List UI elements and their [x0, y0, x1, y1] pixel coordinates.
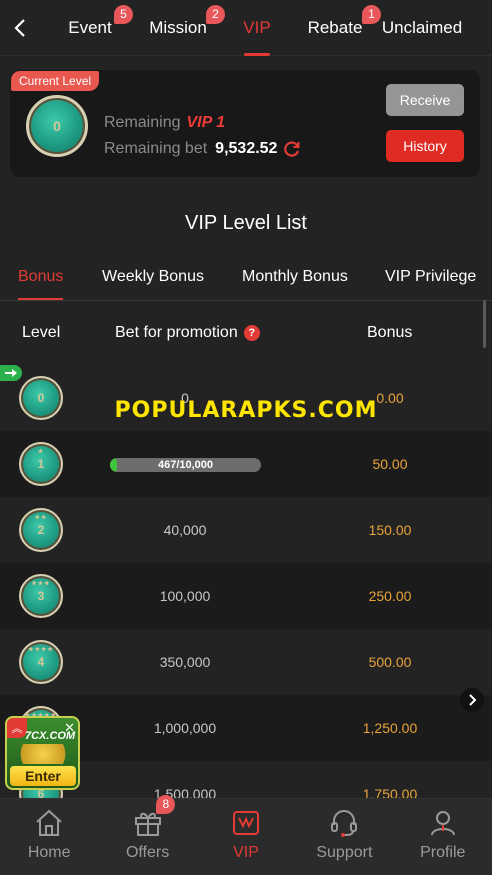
bet-progress-bar: 467/10,000 — [110, 458, 261, 472]
header-bet: Bet for promotion ? — [115, 324, 260, 342]
subtab-vip-privilege[interactable]: VIP Privilege — [385, 258, 476, 300]
remaining-bet-line: Remaining bet 9,532.52 — [104, 140, 301, 158]
back-button[interactable] — [0, 0, 40, 56]
level-badge-icon: ★ 1 — [19, 442, 63, 486]
chevron-right-icon — [469, 694, 477, 706]
history-button[interactable]: History — [386, 130, 464, 162]
chevron-up-icon[interactable]: ︽ — [7, 718, 27, 738]
header-bonus: Bonus — [367, 324, 413, 341]
tab-event-badge: 5 — [114, 4, 133, 24]
vip-page: Event 5 Mission 2 VIP Rebate 1 Unclaimed… — [0, 0, 492, 875]
level-number: 2 — [37, 523, 45, 537]
user-icon — [430, 811, 455, 836]
tab-mission[interactable]: Mission 2 — [140, 0, 225, 56]
nav-vip[interactable]: VIP — [197, 799, 295, 875]
bonus-value: 50.00 — [372, 456, 408, 472]
tab-rebate[interactable]: Rebate 1 — [298, 0, 381, 56]
refresh-icon[interactable] — [283, 140, 301, 158]
remaining-label: Remaining — [104, 114, 181, 131]
tab-vip-label: VIP — [243, 17, 271, 37]
level-badge-icon: ★★ 2 — [19, 508, 63, 552]
nav-home-label: Home — [27, 844, 71, 861]
level-badge-icon: ★★★★ 4 — [19, 640, 63, 684]
tab-vip[interactable]: VIP — [216, 0, 298, 56]
subtab-monthly-bonus[interactable]: Monthly Bonus — [242, 258, 348, 300]
bonus-value: 500.00 — [368, 654, 412, 670]
tab-unclaimed[interactable]: Unclaimed — [372, 0, 472, 56]
nav-home[interactable]: Home — [0, 799, 98, 875]
tab-mission-label: Mission — [149, 17, 207, 37]
table-row: ★ 1 467/10,000 50.00 — [0, 431, 492, 497]
help-icon[interactable]: ? — [243, 325, 260, 341]
header-bet-label: Bet for promotion — [115, 324, 238, 341]
bonus-value: 1,250.00 — [362, 720, 418, 736]
headset-icon — [331, 810, 358, 837]
current-level-tag: Current Level — [11, 71, 100, 91]
current-level-badge-icon: 0 — [26, 95, 88, 157]
tab-event[interactable]: Event 5 — [40, 0, 140, 56]
bonus-value: 250.00 — [368, 588, 412, 604]
subtab-bonus[interactable]: Bonus — [18, 258, 64, 300]
level-stars: ★ — [37, 449, 45, 455]
nav-offers-badge: 8 — [156, 795, 176, 814]
next-vip-level: VIP 1 — [186, 114, 226, 131]
header-level: Level — [22, 324, 61, 341]
coins-icon — [13, 744, 73, 764]
bet-value: 40,000 — [163, 522, 207, 538]
tab-event-label: Event — [68, 17, 112, 37]
tab-rebate-label: Rebate — [307, 17, 363, 37]
current-pointer-icon — [0, 365, 22, 381]
level-number: 3 — [37, 589, 45, 603]
ad-enter-button[interactable]: Enter — [10, 766, 76, 786]
level-number: 1 — [37, 457, 45, 471]
remaining-bet-value: 9,532.52 — [215, 140, 278, 157]
bet-value: 350,000 — [159, 654, 211, 670]
bottom-nav: Home Offers 8 VIP Support Profile — [0, 795, 492, 875]
crown-icon — [232, 811, 259, 835]
floating-ad[interactable]: ︽ ✕ 7CX.COM Enter — [5, 716, 80, 790]
table-header: Level Bet for promotion ? Bonus — [0, 301, 492, 365]
nav-support[interactable]: Support — [295, 799, 393, 875]
level-stars: ★★★★ — [28, 647, 54, 653]
current-level-card: Current Level 0 Remaining VIP 1 Remaining… — [10, 70, 480, 177]
remaining-bet-label: Remaining bet — [104, 140, 208, 157]
nav-support-label: Support — [316, 844, 373, 861]
level-number: 4 — [37, 655, 45, 669]
nav-profile[interactable]: Profile — [394, 799, 492, 875]
nav-offers[interactable]: Offers 8 — [98, 795, 196, 875]
bet-progress-text: 467/10,000 — [157, 459, 214, 471]
chevron-left-icon — [14, 18, 25, 37]
bonus-subtabs: Bonus Weekly Bonus Monthly Bonus VIP Pri… — [0, 258, 492, 300]
subtab-weekly-bonus[interactable]: Weekly Bonus — [102, 258, 204, 300]
vip-level-list-title: VIP Level List — [185, 212, 307, 234]
receive-button[interactable]: Receive — [386, 84, 464, 116]
nav-profile-label: Profile — [420, 844, 466, 861]
level-stars: ★★ — [34, 515, 48, 521]
bet-value: 100,000 — [159, 588, 211, 604]
level-stars: ★★★ — [31, 581, 51, 587]
table-row: ★★ 2 40,000 150.00 — [0, 497, 492, 563]
top-tab-bar: Event 5 Mission 2 VIP Rebate 1 Unclaimed — [0, 0, 492, 56]
remaining-vip-line: Remaining VIP 1 — [104, 114, 225, 132]
watermark: POPULARAPKS.COM — [114, 398, 378, 423]
table-row: ★★★★ 4 350,000 500.00 — [0, 629, 492, 695]
current-level-number: 0 — [53, 118, 61, 134]
table-row: ★★★ 3 100,000 250.00 — [0, 563, 492, 629]
bet-value: 1,000,000 — [153, 720, 217, 736]
nav-vip-label: VIP — [233, 844, 259, 861]
nav-offers-label: Offers — [125, 844, 170, 861]
level-badge-icon: ★★★ 3 — [19, 574, 63, 618]
ad-brand: 7CX.COM — [25, 730, 76, 742]
scroll-right-button[interactable] — [460, 688, 484, 712]
home-icon — [36, 809, 62, 836]
tab-unclaimed-label: Unclaimed — [381, 17, 463, 37]
bonus-value: 150.00 — [368, 522, 412, 538]
